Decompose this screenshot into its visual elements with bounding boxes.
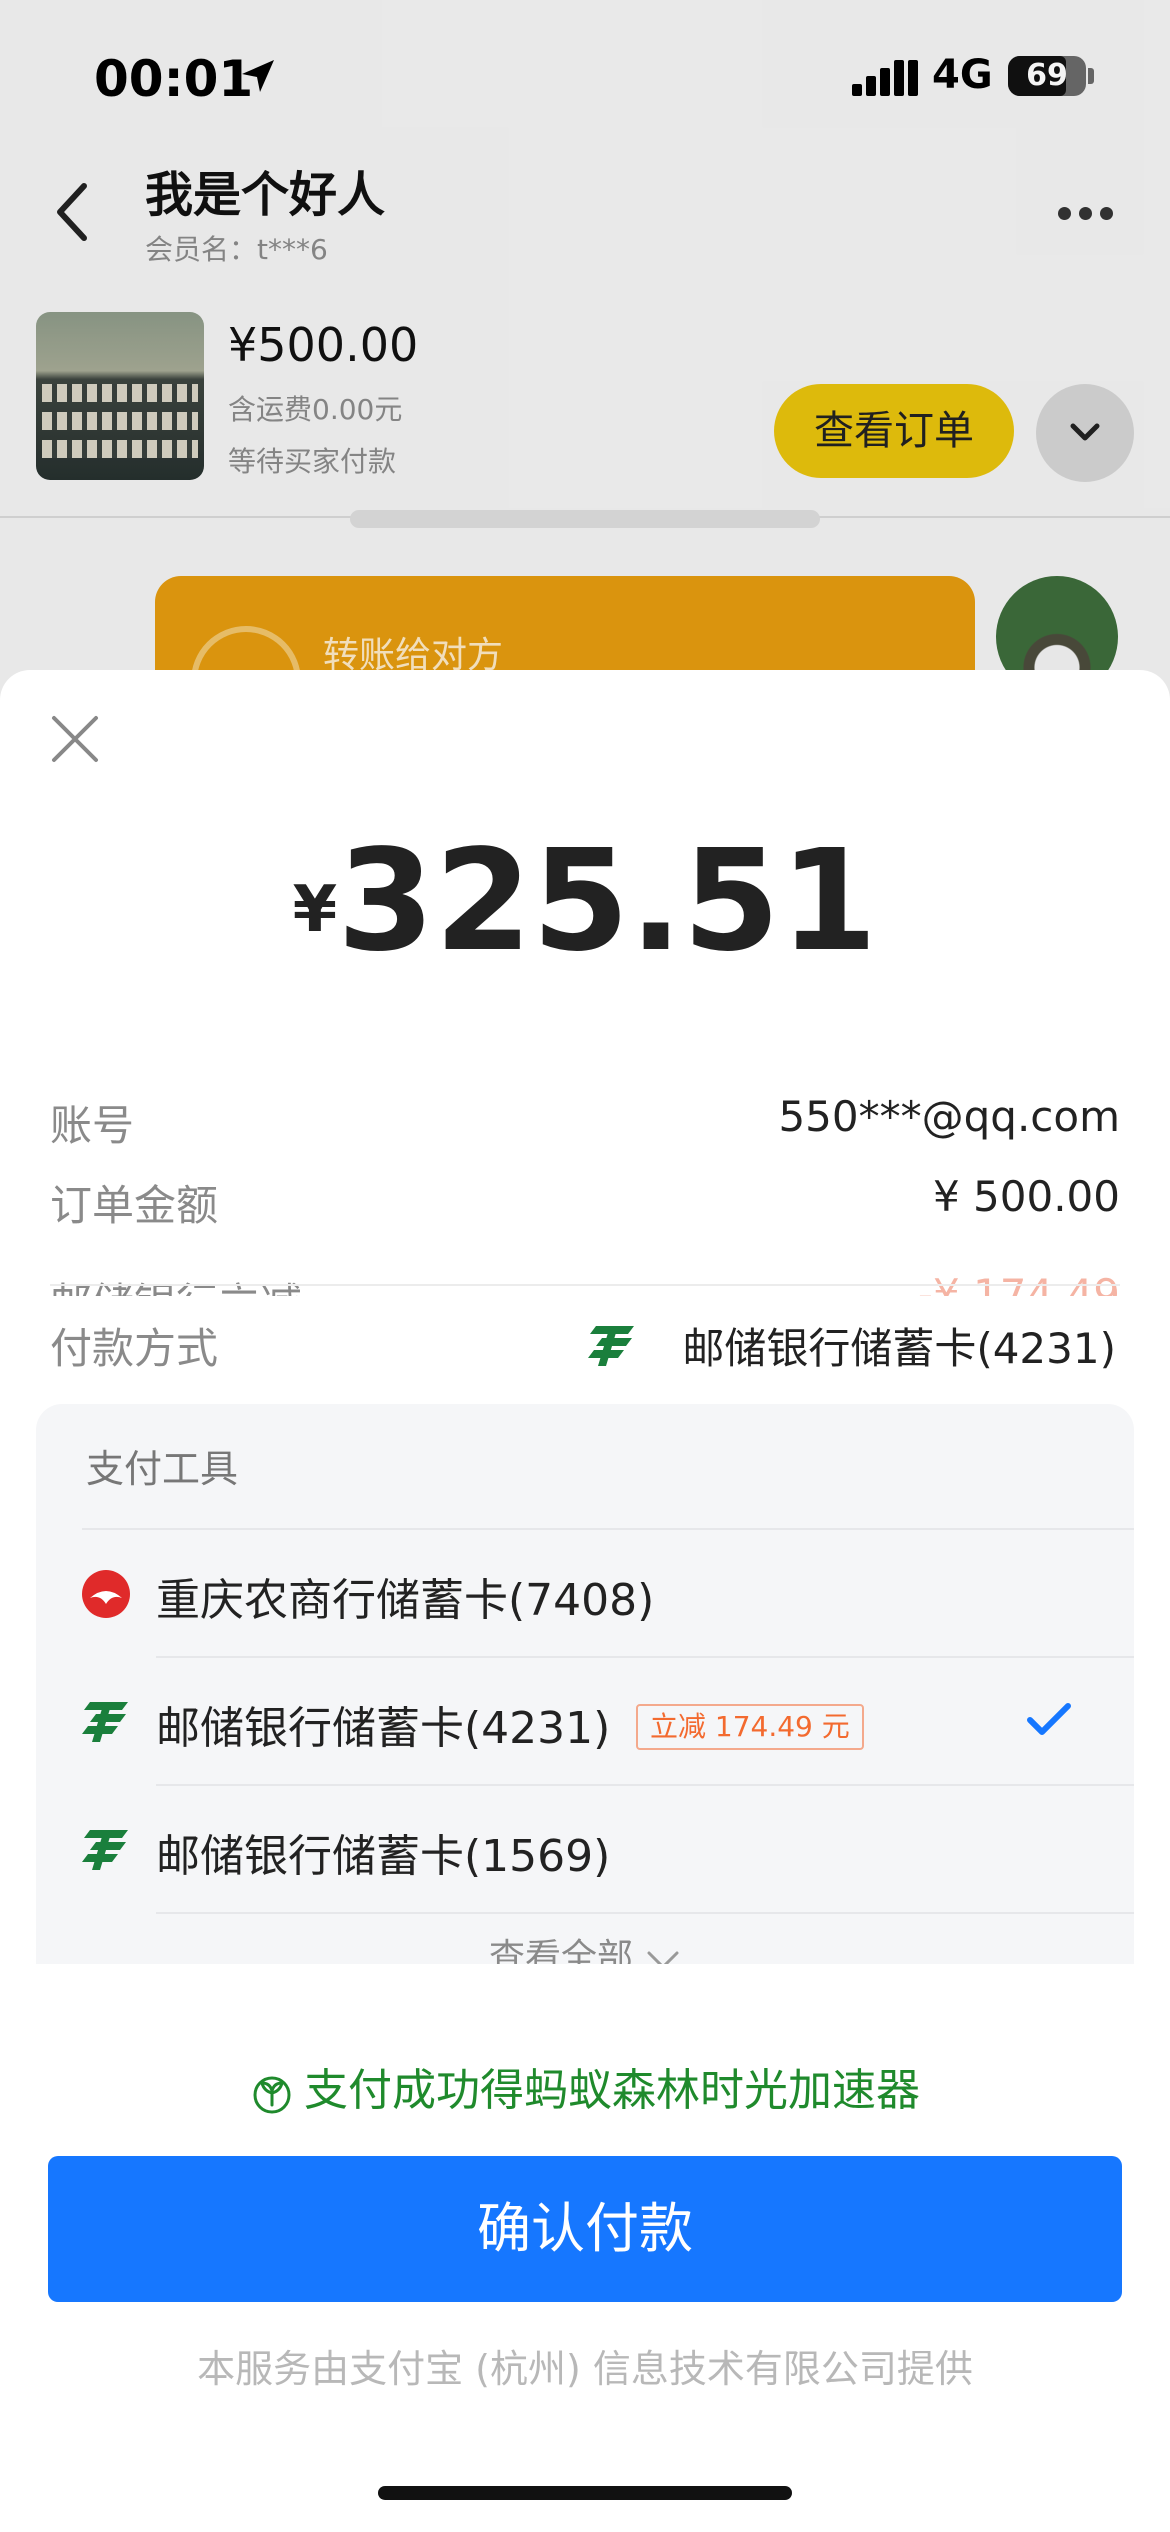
payment-option-cqrcb-7408[interactable]: 重庆农商行储蓄卡(7408)	[36, 1530, 1134, 1656]
cqrcb-bank-icon	[82, 1570, 130, 1618]
payment-tools-title: 支付工具	[86, 1447, 239, 1491]
order-amount-value: ¥ 500.00	[932, 1172, 1120, 1221]
payment-method-value[interactable]: 邮储银行储蓄卡(4231)	[682, 1315, 1116, 1376]
order-amount-label: 订单金额	[50, 1181, 219, 1230]
divider	[156, 1912, 1134, 1914]
discount-row-clipped: 邮储银行立减 -¥ 174.49	[0, 1260, 1170, 1296]
discount-badge: 立减 174.49 元	[636, 1704, 864, 1750]
ant-forest-sprout-icon	[253, 2076, 291, 2114]
close-icon[interactable]	[50, 714, 100, 764]
discount-label: 邮储银行立减	[50, 1270, 302, 1296]
home-indicator[interactable]	[378, 2486, 792, 2500]
option-name: 重庆农商行储蓄卡(7408)	[156, 1575, 655, 1626]
payment-option-psbc-1569[interactable]: 邮储银行储蓄卡(1569)	[36, 1786, 1134, 1912]
payment-tools-panel: 支付工具 重庆农商行储蓄卡(7408) 邮储银行储蓄卡(4231) 立减 174…	[36, 1404, 1134, 1964]
payment-amount: ¥325.51	[0, 820, 1170, 983]
promo-text: 支付成功得蚂蚁森林时光加速器	[304, 2065, 920, 2116]
service-provider-note: 本服务由支付宝 (杭州) 信息技术有限公司提供	[197, 2347, 973, 2391]
view-all-label: 查看全部	[488, 1937, 633, 1964]
psbc-bank-icon	[588, 1326, 634, 1366]
account-value: 550***@qq.com	[778, 1092, 1120, 1141]
dim-overlay	[0, 0, 1170, 700]
psbc-bank-icon	[82, 1830, 128, 1870]
discount-value: -¥ 174.49	[917, 1270, 1120, 1296]
promo-banner: 支付成功得蚂蚁森林时光加速器	[0, 2054, 1170, 2118]
confirm-payment-button[interactable]: 确认付款	[48, 2156, 1122, 2302]
checkmark-icon	[1027, 1703, 1071, 1735]
option-name: 邮储银行储蓄卡(4231)	[156, 1703, 611, 1754]
option-name: 邮储银行储蓄卡(1569)	[156, 1831, 611, 1882]
amount-currency: ¥	[292, 873, 338, 947]
divider	[50, 1284, 1120, 1286]
payment-method-label: 付款方式	[50, 1324, 219, 1373]
view-all-button[interactable]: 查看全部	[36, 1928, 1134, 1964]
account-label: 账号	[50, 1101, 135, 1150]
payment-sheet: ¥325.51 账号 550***@qq.com 订单金额 ¥ 500.00 邮…	[0, 670, 1170, 2532]
amount-value: 325.51	[337, 820, 878, 983]
psbc-bank-icon	[82, 1702, 128, 1742]
payment-option-psbc-4231[interactable]: 邮储银行储蓄卡(4231) 立减 174.49 元	[36, 1658, 1134, 1784]
chevron-down-icon	[647, 1951, 679, 1964]
